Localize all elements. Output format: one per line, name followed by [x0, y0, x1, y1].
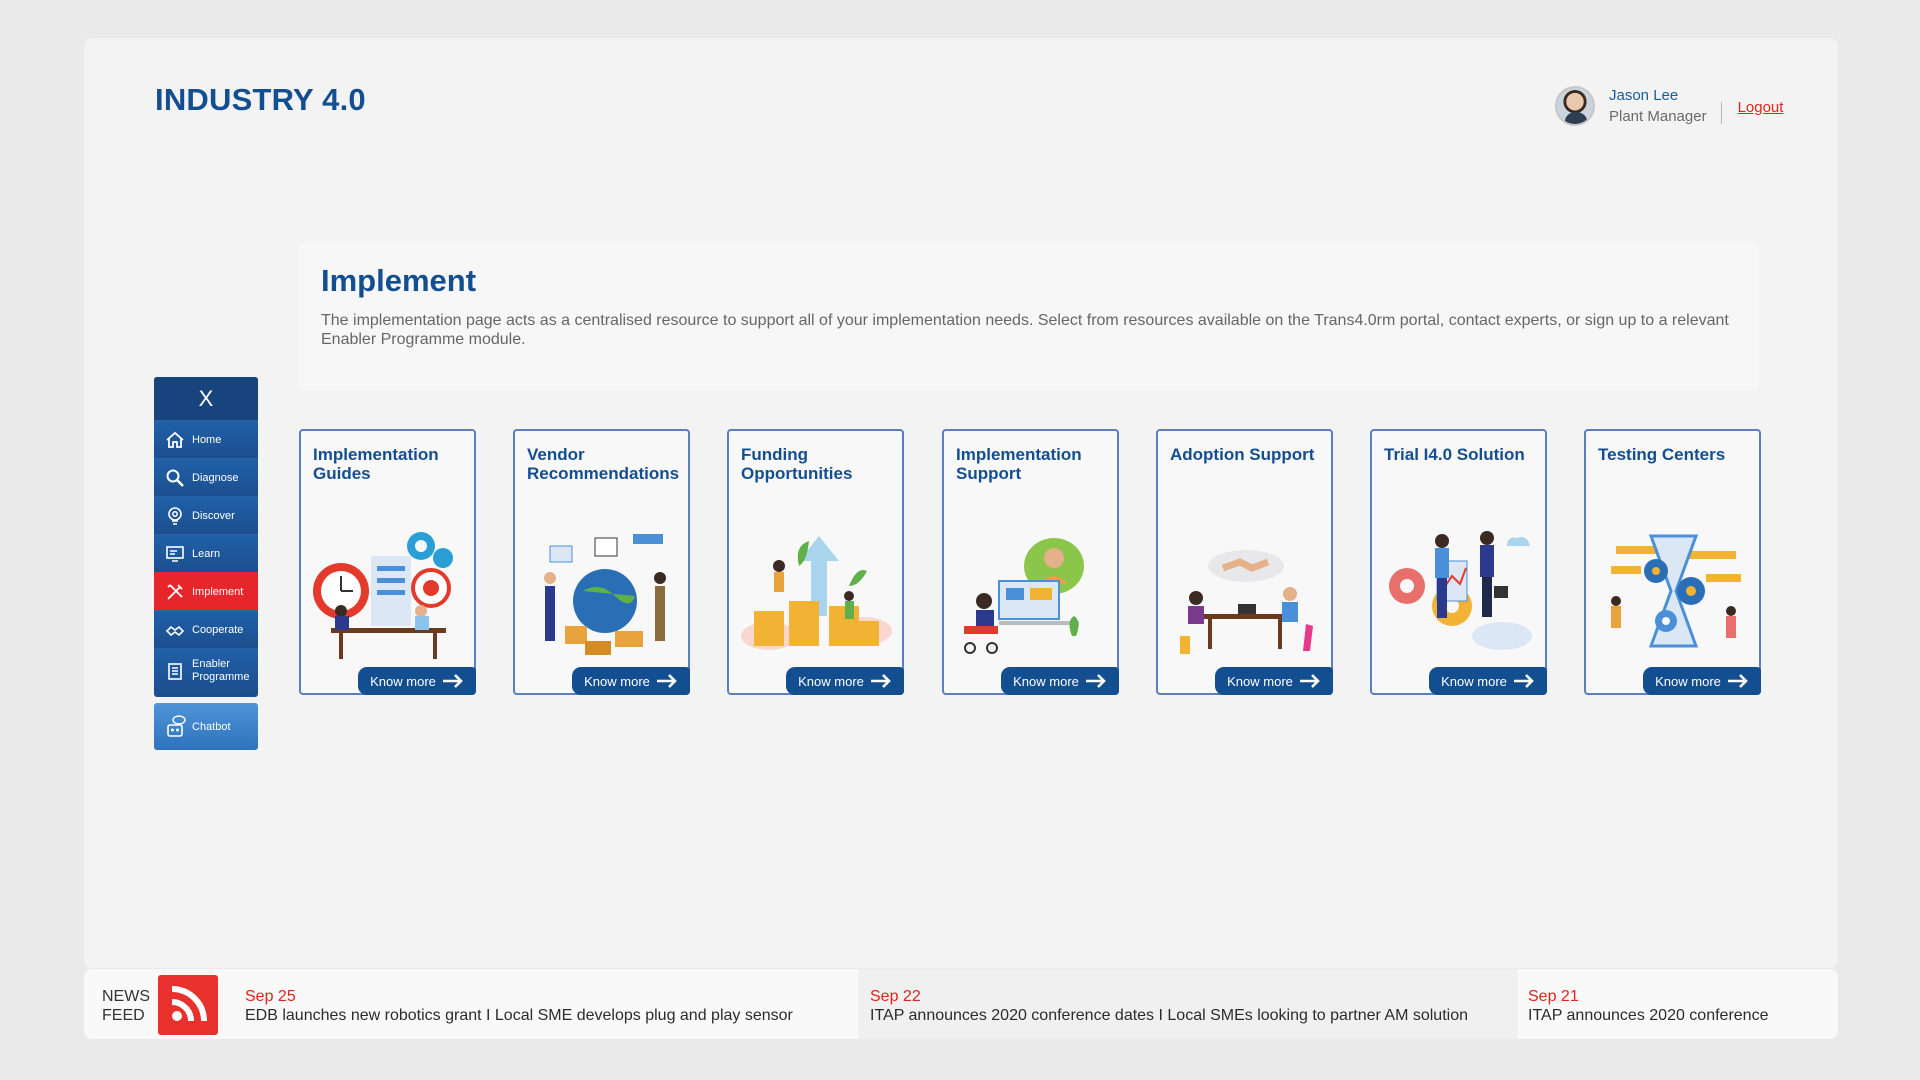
- sidebar-item-learn[interactable]: Learn: [154, 534, 258, 572]
- page-title: Implement: [321, 263, 477, 298]
- sidebar-item-cooperate[interactable]: Cooperate: [154, 610, 258, 648]
- cooperate-icon: [165, 625, 185, 636]
- know-more-label: Know more: [1227, 673, 1293, 689]
- know-more-label: Know more: [1013, 673, 1079, 689]
- sidebar-item-enabler-programme[interactable]: Enabler Programme: [154, 648, 258, 692]
- news-item[interactable]: Sep 22 ITAP announces 2020 conference da…: [858, 969, 1518, 1039]
- know-more-button[interactable]: Know more: [1001, 667, 1119, 695]
- know-more-label: Know more: [798, 673, 864, 689]
- know-more-button[interactable]: Know more: [1643, 667, 1761, 695]
- implementation-guides-illustration: [313, 532, 453, 659]
- news-date: Sep 22: [870, 988, 921, 1005]
- brand-title: INDUSTRY 4.0: [155, 82, 366, 117]
- sidebar-item-label: Diagnose: [192, 471, 239, 484]
- vendor-recommendations-illustration: [544, 534, 666, 655]
- card-title: Implementation Support: [956, 445, 1082, 483]
- news-feed: NEWS FEED Sep 25 EDB launches new roboti…: [84, 969, 1838, 1039]
- card-funding-opportunities[interactable]: Funding Opportunities Know more: [727, 429, 904, 695]
- news-date: Sep 21: [1528, 988, 1579, 1005]
- news-headline: ITAP announces 2020 conference: [1528, 1007, 1769, 1024]
- testing-centers-illustration: [1611, 534, 1741, 648]
- know-more-label: Know more: [1441, 673, 1507, 689]
- know-more-button[interactable]: Know more: [786, 667, 904, 695]
- sidebar-item-diagnose[interactable]: Diagnose: [154, 458, 258, 496]
- chatbot-icon: [167, 714, 186, 737]
- know-more-button[interactable]: Know more: [1215, 667, 1333, 695]
- news-label-line1: NEWS: [102, 988, 150, 1005]
- sidebar-item-label: Home: [192, 433, 222, 446]
- building-icon: [168, 662, 182, 680]
- sidebar-item-implement[interactable]: Implement: [154, 572, 258, 610]
- sidebar-item-discover[interactable]: Discover: [154, 496, 258, 534]
- card-title: Funding Opportunities: [741, 445, 853, 483]
- avatar[interactable]: [1555, 86, 1595, 126]
- news-item[interactable]: Sep 25 EDB launches new robotics grant I…: [245, 969, 845, 1039]
- card-vendor-recommendations[interactable]: Vendor Recommendations Know more: [513, 429, 690, 695]
- chatbot-button[interactable]: Chatbot: [154, 703, 258, 750]
- sidebar-nav: X Home Diagnose Discover Learn Implement…: [154, 377, 258, 697]
- arrow-right-icon: [442, 674, 463, 688]
- news-label-line2: FEED: [102, 1007, 145, 1024]
- sidebar-item-label: Cooperate: [192, 623, 244, 636]
- sidebar-item-label: Implement: [192, 585, 244, 598]
- home-icon: [166, 431, 184, 448]
- user-role: Plant Manager: [1609, 108, 1707, 125]
- card-title: Trial I4.0 Solution: [1384, 445, 1525, 464]
- know-more-label: Know more: [584, 673, 650, 689]
- intro-section: Implement The implementation page acts a…: [299, 243, 1759, 390]
- card-title: Testing Centers: [1598, 445, 1726, 464]
- user-info: Jason Lee Plant Manager: [1609, 87, 1707, 125]
- know-more-button[interactable]: Know more: [1429, 667, 1547, 695]
- news-headline: EDB launches new robotics grant I Local …: [245, 1007, 793, 1024]
- card-title: Adoption Support: [1170, 445, 1315, 464]
- logout-link[interactable]: Logout: [1738, 99, 1784, 116]
- trial-solution-illustration: [1389, 531, 1532, 650]
- news-date: Sep 25: [245, 988, 296, 1005]
- card-implementation-guides[interactable]: Implementation Guides Know more: [299, 429, 476, 695]
- sidebar-item-label: Learn: [192, 547, 221, 560]
- funding-opportunities-illustration: [741, 536, 892, 650]
- arrow-right-icon: [1727, 674, 1748, 688]
- card-title: Implementation Guides: [313, 445, 439, 483]
- tools-icon: [167, 583, 183, 600]
- monitor-icon: [166, 545, 184, 562]
- arrow-right-icon: [656, 674, 677, 688]
- sidebar-item-label: Enabler Programme: [192, 657, 250, 683]
- user-area: Jason Lee Plant Manager Logout: [1555, 84, 1783, 128]
- news-headline: ITAP announces 2020 conference dates I L…: [870, 1007, 1468, 1024]
- know-more-label: Know more: [1655, 673, 1721, 689]
- page-description: The implementation page acts as a centra…: [321, 312, 1729, 348]
- arrow-right-icon: [870, 674, 891, 688]
- arrow-right-icon: [1513, 674, 1534, 688]
- chatbot-label: Chatbot: [192, 720, 231, 733]
- card-implementation-support[interactable]: Implementation Support Know more: [942, 429, 1119, 695]
- implementation-support-illustration: [964, 538, 1084, 654]
- adoption-support-illustration: [1180, 550, 1313, 654]
- rss-icon[interactable]: [158, 975, 218, 1035]
- card-trial-i40-solution[interactable]: Trial I4.0 Solution Know more: [1370, 429, 1547, 695]
- know-more-button[interactable]: Know more: [572, 667, 690, 695]
- sidebar-item-label: Discover: [192, 509, 235, 522]
- card-title: Vendor Recommendations: [527, 445, 680, 483]
- lightbulb-gear-icon: [168, 506, 182, 525]
- search-icon: [166, 469, 184, 487]
- card-adoption-support[interactable]: Adoption Support Know more: [1156, 429, 1333, 695]
- know-more-label: Know more: [370, 673, 436, 689]
- user-name: Jason Lee: [1609, 87, 1679, 104]
- news-item[interactable]: Sep 21 ITAP announces 2020 conference: [1528, 969, 1828, 1039]
- know-more-button[interactable]: Know more: [358, 667, 476, 695]
- divider: [1720, 102, 1722, 124]
- close-sidebar-button[interactable]: X: [154, 377, 258, 420]
- arrow-right-icon: [1085, 674, 1106, 688]
- card-testing-centers[interactable]: Testing Centers Know more: [1584, 429, 1761, 695]
- arrow-right-icon: [1299, 674, 1320, 688]
- news-feed-label: NEWS FEED: [102, 987, 150, 1025]
- sidebar-item-home[interactable]: Home: [154, 420, 258, 458]
